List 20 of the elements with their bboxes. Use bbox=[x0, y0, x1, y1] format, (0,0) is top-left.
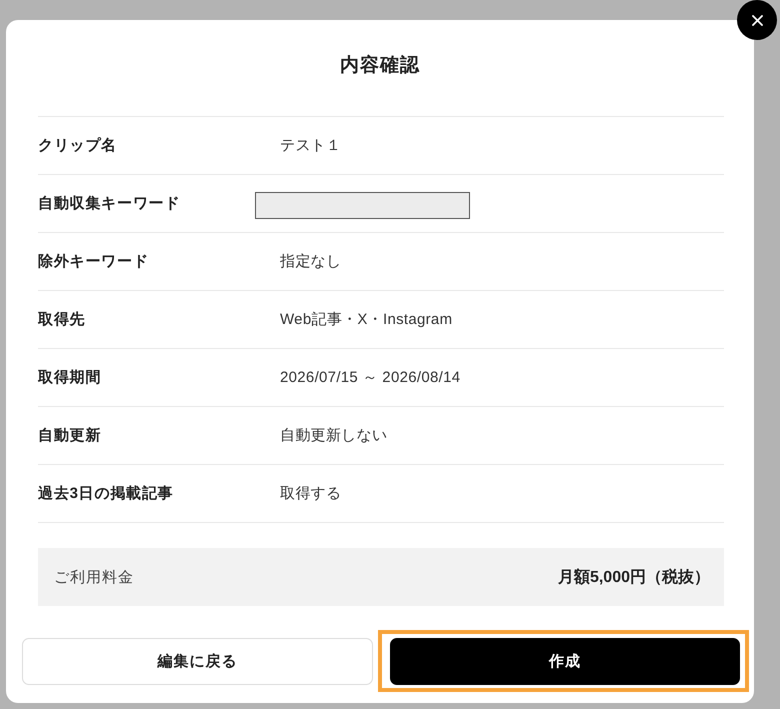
row-label: 取得期間 bbox=[38, 368, 102, 387]
back-to-edit-button[interactable]: 編集に戻る bbox=[22, 638, 372, 685]
row-value: 自動更新しない bbox=[280, 426, 388, 445]
close-button[interactable] bbox=[737, 0, 777, 40]
row-value: 取得する bbox=[280, 484, 342, 503]
row-value: 指定なし bbox=[280, 252, 342, 271]
create-button[interactable]: 作成 bbox=[390, 638, 740, 685]
row-value: Web記事・X・Instagram bbox=[280, 310, 452, 329]
row-label: 過去3日の掲載記事 bbox=[38, 484, 174, 503]
row-label: 自動更新 bbox=[38, 426, 102, 445]
fee-label: ご利用料金 bbox=[54, 568, 134, 586]
row-label: クリップ名 bbox=[38, 136, 117, 155]
dialog-title: 内容確認 bbox=[339, 54, 421, 78]
row-value: テスト１ bbox=[280, 136, 342, 155]
fee-amount: 月額5,000円（税抜） bbox=[558, 567, 710, 588]
row-label: 除外キーワード bbox=[38, 252, 149, 271]
row-value: 2026/07/15 ～ 2026/08/14 bbox=[280, 368, 460, 387]
row-label: 取得先 bbox=[38, 310, 86, 329]
row-label: 自動収集キーワード bbox=[38, 194, 180, 213]
close-icon bbox=[752, 14, 762, 26]
